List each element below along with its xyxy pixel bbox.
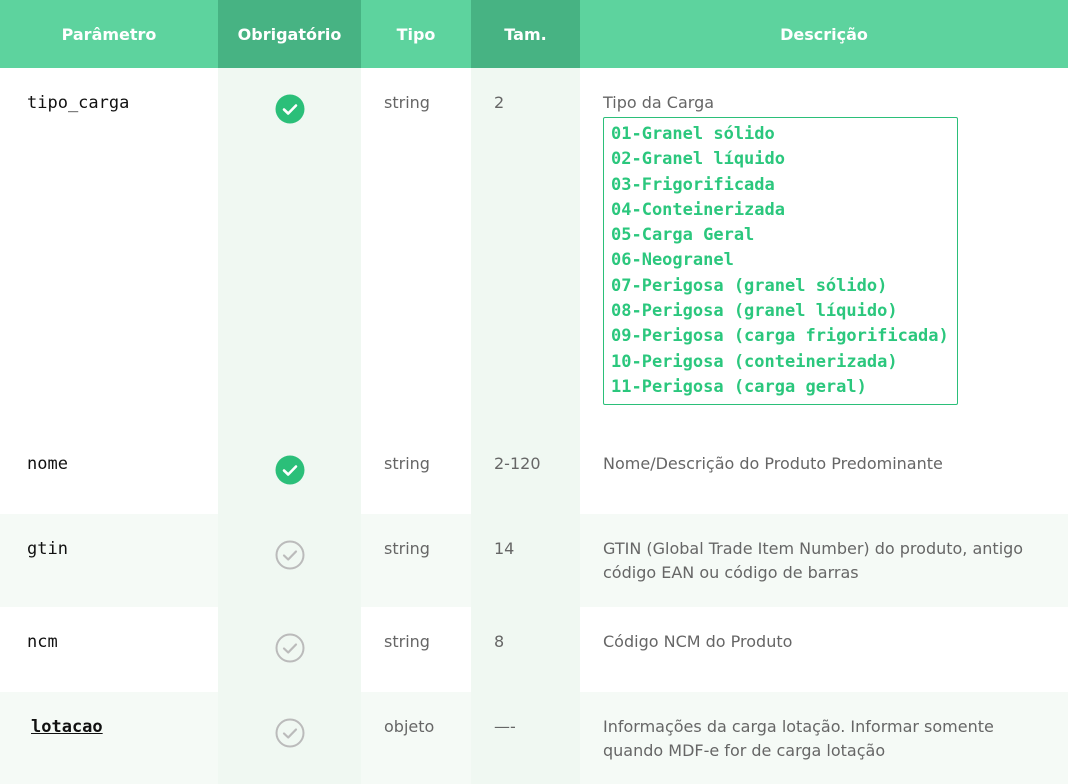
description-cell: Nome/Descrição do Produto Predominante (603, 454, 943, 473)
description-text: Tipo da Carga (603, 93, 715, 112)
code-item: 08-Perigosa (granel líquido) (611, 301, 898, 322)
check-circle-outline-icon (275, 633, 305, 663)
param-name: tipo_carga (27, 93, 130, 113)
size-cell: 2 (471, 68, 580, 429)
check-circle-filled-icon (275, 455, 305, 485)
size-cell: —- (471, 692, 580, 784)
description-cell: GTIN (Global Trade Item Number) do produ… (580, 514, 1068, 607)
required-cell (218, 514, 361, 607)
check-circle-filled-icon (275, 94, 305, 124)
size-cell: 8 (471, 607, 580, 692)
header-size: Tam. (471, 0, 580, 68)
table-row: tipo_carga string 2 Tipo da Carga 01-Gra… (0, 68, 1068, 429)
required-cell (218, 607, 361, 692)
required-cell (218, 692, 361, 784)
header-required: Obrigatório (218, 0, 361, 68)
code-item: 06-Neogranel (611, 250, 734, 271)
table-row: lotacao objeto —- Informações da carga l… (0, 692, 1068, 784)
header-description: Descrição (580, 0, 1068, 68)
param-name: gtin (0, 514, 218, 607)
type-cell: string (384, 93, 430, 112)
type-cell: string (361, 514, 471, 607)
code-item: 09-Perigosa (carga frigorificada) (611, 326, 949, 347)
table-row: nome string 2-120 Nome/Descrição do Prod… (0, 429, 1068, 514)
param-name: nome (27, 454, 68, 474)
parameters-table: Parâmetro Obrigatório Tipo Tam. Descriçã… (0, 0, 1068, 784)
lotacao-link[interactable]: lotacao (27, 717, 103, 737)
param-name: ncm (27, 632, 58, 652)
code-item: 03-Frigorificada (611, 174, 775, 195)
table-header: Parâmetro Obrigatório Tipo Tam. Descriçã… (0, 0, 1068, 68)
type-cell: objeto (361, 692, 471, 784)
code-item: 11-Perigosa (carga geral) (611, 376, 867, 397)
code-item: 04-Conteinerizada (611, 199, 785, 220)
code-item: 05-Carga Geral (611, 225, 755, 246)
type-cell: string (384, 454, 430, 473)
size-cell: 14 (471, 514, 580, 607)
type-cell: string (384, 632, 430, 651)
code-item: 07-Perigosa (granel sólido) (611, 275, 888, 296)
description-cell: Informações da carga lotação. Informar s… (580, 692, 1068, 784)
check-circle-outline-icon (275, 718, 305, 748)
code-item: 02-Granel líquido (611, 149, 785, 170)
param-name-cell: lotacao (0, 692, 218, 784)
code-item: 10-Perigosa (conteinerizada) (611, 351, 898, 372)
size-cell: 2-120 (471, 429, 580, 514)
code-item: 01-Granel sólido (611, 124, 775, 144)
header-param: Parâmetro (0, 0, 218, 68)
description-cell: Código NCM do Produto (603, 632, 793, 651)
description-cell: Tipo da Carga 01-Granel sólido 02-Granel… (580, 68, 1068, 429)
check-circle-outline-icon (275, 540, 305, 570)
required-cell (218, 429, 361, 514)
header-row: Parâmetro Obrigatório Tipo Tam. Descriçã… (0, 0, 1068, 68)
table-row: gtin string 14 GTIN (Global Trade Item N… (0, 514, 1068, 607)
code-list: 01-Granel sólido 02-Granel líquido 03-Fr… (603, 117, 958, 406)
header-type: Tipo (361, 0, 471, 68)
table-row: ncm string 8 Código NCM do Produto (0, 607, 1068, 692)
required-cell (218, 68, 361, 429)
